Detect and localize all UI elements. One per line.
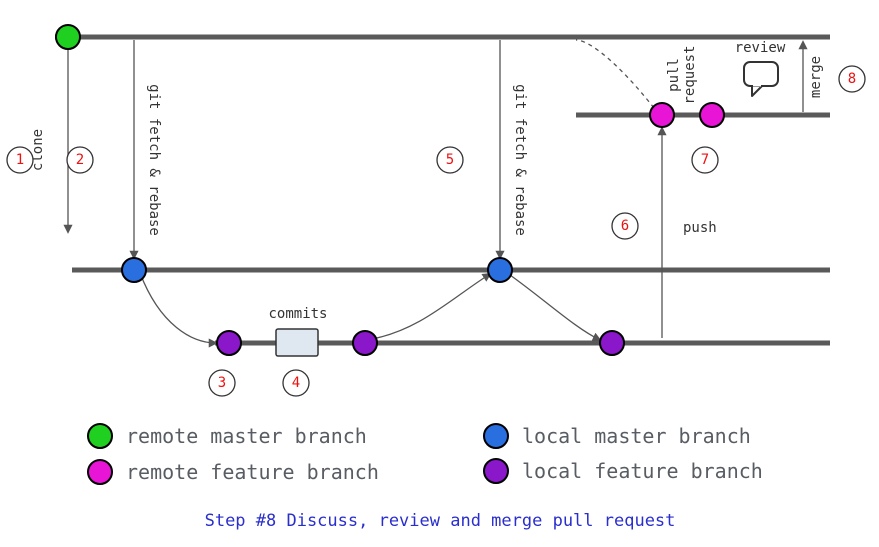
step-5-num: 5 — [446, 152, 454, 168]
arrow-branch-feature — [140, 273, 216, 343]
legend-dot-remote-feature — [88, 460, 112, 484]
step-6-num: 6 — [621, 218, 629, 234]
label-review: review — [735, 40, 786, 56]
node-remote-feature-2 — [700, 103, 724, 127]
label-fetch-1: git fetch & rebase — [146, 84, 162, 236]
label-fetch-2: git fetch & rebase — [512, 84, 528, 236]
node-local-feature-1 — [217, 331, 241, 355]
node-local-master-1 — [122, 258, 146, 282]
step-4-num: 4 — [292, 375, 300, 391]
step-1-num: 1 — [16, 152, 24, 168]
legend-local-master: local master branch — [522, 424, 751, 448]
step-3-num: 3 — [218, 375, 226, 391]
legend-dot-local-master — [484, 424, 508, 448]
step-8-num: 8 — [848, 71, 856, 87]
node-remote-feature-1 — [650, 103, 674, 127]
label-pull-2: request — [682, 45, 698, 104]
legend-local-feature: local feature branch — [522, 459, 763, 483]
arrow-pull-request — [576, 40, 654, 108]
commits-box — [276, 329, 318, 356]
label-commits: commits — [268, 306, 327, 322]
legend-dot-remote-master — [88, 424, 112, 448]
step-7-num: 7 — [701, 152, 709, 168]
legend-remote-master: remote master branch — [126, 424, 367, 448]
step-2-num: 2 — [76, 152, 84, 168]
label-push: push — [683, 220, 717, 236]
node-local-feature-3 — [600, 331, 624, 355]
arrow-rebase-up — [372, 274, 490, 339]
legend-remote-feature: remote feature branch — [126, 460, 379, 484]
review-bubble-icon — [744, 62, 778, 96]
label-merge: merge — [808, 56, 824, 98]
node-local-master-2 — [488, 258, 512, 282]
legend-dot-local-feature — [484, 459, 508, 483]
diagram-caption: Step #8 Discuss, review and merge pull r… — [205, 511, 676, 531]
node-local-feature-2 — [353, 331, 377, 355]
label-pull-1: pull — [666, 58, 682, 92]
arrow-rebase-down — [510, 275, 600, 340]
node-remote-master — [56, 25, 80, 49]
git-workflow-diagram: clone 1 git fetch & rebase 2 3 commits 4… — [0, 0, 879, 547]
